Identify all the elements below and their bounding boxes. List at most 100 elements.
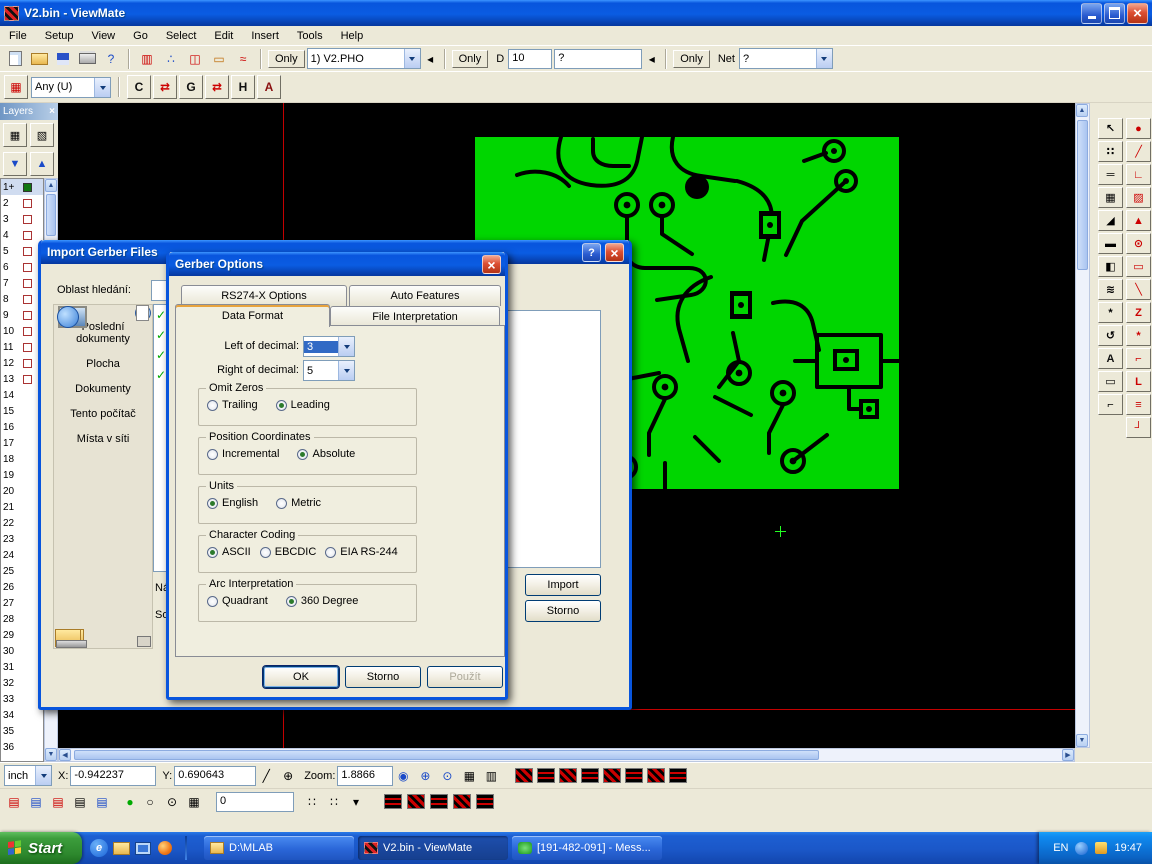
fill-tool-icon[interactable]: ▦ [1098, 187, 1123, 208]
slash-tool-icon[interactable]: ╲ [1126, 279, 1151, 300]
vertical-scrollbar[interactable]: ▲ ▼ [1075, 103, 1090, 748]
scroll-right-icon[interactable]: ▶ [1062, 749, 1074, 761]
bar-tool-icon[interactable]: ▬ [1098, 233, 1123, 254]
import-button[interactable]: Import [525, 574, 601, 596]
triangle-tool-icon[interactable]: ▲ [1126, 210, 1151, 231]
chevron-down-icon[interactable] [338, 337, 354, 356]
rect-pad-icon[interactable]: ▭ [1126, 256, 1151, 277]
layer-swatch[interactable] [23, 343, 32, 352]
scroll-up-icon[interactable]: ▲ [1076, 104, 1088, 117]
units-combo[interactable]: inch [4, 765, 52, 786]
layer-row[interactable]: 12 [1, 355, 43, 371]
print-icon[interactable] [76, 48, 98, 70]
layer-row[interactable]: 4 [1, 227, 43, 243]
layer-row[interactable]: 13 [1, 371, 43, 387]
layer-swatch[interactable] [23, 183, 32, 192]
scroll-thumb[interactable] [46, 194, 56, 236]
layer-swatch[interactable] [23, 375, 32, 384]
zoom-in-icon[interactable]: ⊕ [415, 767, 435, 785]
clock[interactable]: 19:47 [1114, 842, 1142, 854]
layer-swatch[interactable] [23, 279, 32, 288]
j-hook-icon[interactable]: ┘ [1126, 417, 1151, 438]
film-view-icon[interactable]: ▤ [92, 793, 112, 811]
dcode-pattern-icon[interactable] [515, 768, 533, 783]
language-indicator[interactable]: EN [1053, 842, 1068, 854]
ok-button[interactable]: OK [263, 666, 339, 688]
pad-tool-icon[interactable]: ● [1126, 118, 1151, 139]
layer-row[interactable]: 35 [1, 723, 43, 739]
scroll-up-icon[interactable]: ▲ [45, 179, 57, 192]
radio-quadrant[interactable]: Quadrant [207, 595, 268, 607]
layer-row[interactable]: 6 [1, 259, 43, 275]
layer-combo[interactable]: 1) V2.PHO [307, 48, 421, 69]
select-points-icon[interactable]: ∷ [1098, 141, 1123, 162]
layer-row[interactable]: 10 [1, 323, 43, 339]
menu-item[interactable]: Go [124, 28, 157, 44]
layer-row[interactable]: 22 [1, 515, 43, 531]
layer-up-icon[interactable]: ▲ [30, 152, 54, 176]
new-file-icon[interactable] [4, 48, 26, 70]
layer-row[interactable]: 8 [1, 291, 43, 307]
angle-tool-icon[interactable]: ∟ [1126, 164, 1151, 185]
place-desktop[interactable]: Plocha [55, 358, 151, 370]
rotate-icon[interactable]: ↺ [1098, 325, 1123, 346]
scroll-thumb[interactable] [74, 750, 819, 760]
cancel-button[interactable]: Storno [345, 666, 421, 688]
dcode-dots-icon[interactable]: ∴ [160, 48, 182, 70]
target-pad-icon[interactable]: ⊙ [1126, 233, 1151, 254]
layers-table-icon[interactable]: ▦ [3, 123, 27, 147]
layer-swatch[interactable] [23, 311, 32, 320]
layer-row[interactable]: 16 [1, 419, 43, 435]
zoom-window-icon[interactable]: ◉ [393, 767, 413, 785]
dropdown-icon[interactable]: ▾ [346, 793, 366, 811]
menu-item[interactable]: Setup [36, 28, 83, 44]
layer-row[interactable]: 33 [1, 691, 43, 707]
help-button[interactable]: ? [582, 243, 601, 262]
swap-layers-icon[interactable]: ⇄ [153, 75, 177, 99]
selection-grid-icon[interactable]: ▦ [4, 75, 28, 99]
any-filter-combo[interactable]: Any (U) [31, 77, 111, 98]
radio-eia-rs244[interactable]: EIA RS-244 [325, 546, 397, 558]
dcode-pattern-icon[interactable] [647, 768, 665, 783]
radio-metric[interactable]: Metric [276, 497, 321, 509]
only-layer-toggle[interactable]: Only [268, 50, 305, 68]
menu-item[interactable]: View [82, 28, 124, 44]
radio-incremental[interactable]: Incremental [207, 448, 279, 460]
tab-data-format[interactable]: Data Format [175, 304, 330, 327]
close-button[interactable] [605, 243, 624, 262]
wave-icon[interactable]: ≈ [232, 48, 254, 70]
layer-swatch[interactable] [23, 199, 32, 208]
circle-select-icon[interactable]: ○ [140, 793, 160, 811]
apply-button[interactable]: Použít [427, 666, 503, 688]
messenger-tray-icon[interactable] [1075, 842, 1088, 855]
film-view-icon[interactable]: ▤ [70, 793, 90, 811]
diagonal-measure-icon[interactable]: ╱ [256, 767, 276, 785]
origin-target-icon[interactable]: ⊕ [278, 767, 298, 785]
place-my-computer[interactable]: Tento počítač [55, 408, 151, 420]
menu-item[interactable]: Help [332, 28, 373, 44]
aperture-text-icon[interactable]: A [257, 75, 281, 99]
stack-icon[interactable]: ≡ [1126, 394, 1151, 415]
pad-pattern-icon[interactable] [453, 794, 471, 809]
dcode-pattern-icon[interactable] [625, 768, 643, 783]
save-icon[interactable] [52, 48, 74, 70]
layer-row[interactable]: 31 [1, 659, 43, 675]
scroll-thumb[interactable] [1077, 120, 1088, 270]
radio-absolute[interactable]: Absolute [297, 448, 355, 460]
layer-row[interactable]: 30 [1, 643, 43, 659]
layer-row[interactable]: 24 [1, 547, 43, 563]
dot-grid-icon[interactable]: ∷ [302, 793, 322, 811]
radio-trailing[interactable]: Trailing [207, 399, 258, 411]
update-tray-icon[interactable] [1095, 842, 1107, 854]
layer-row[interactable]: 15 [1, 403, 43, 419]
radio-ebcdic[interactable]: EBCDIC [260, 546, 317, 558]
layer-row[interactable]: 11 [1, 339, 43, 355]
c-code-icon[interactable]: C [127, 75, 151, 99]
layer-swatch[interactable] [23, 215, 32, 224]
radio-leading[interactable]: Leading [276, 399, 330, 411]
zigzag-tool-icon[interactable]: Z [1126, 302, 1151, 323]
layer-row[interactable]: 36 [1, 739, 43, 755]
task-viewmate[interactable]: V2.bin - ViewMate [358, 836, 508, 860]
layer-row[interactable]: 18 [1, 451, 43, 467]
layer-row[interactable]: 32 [1, 675, 43, 691]
